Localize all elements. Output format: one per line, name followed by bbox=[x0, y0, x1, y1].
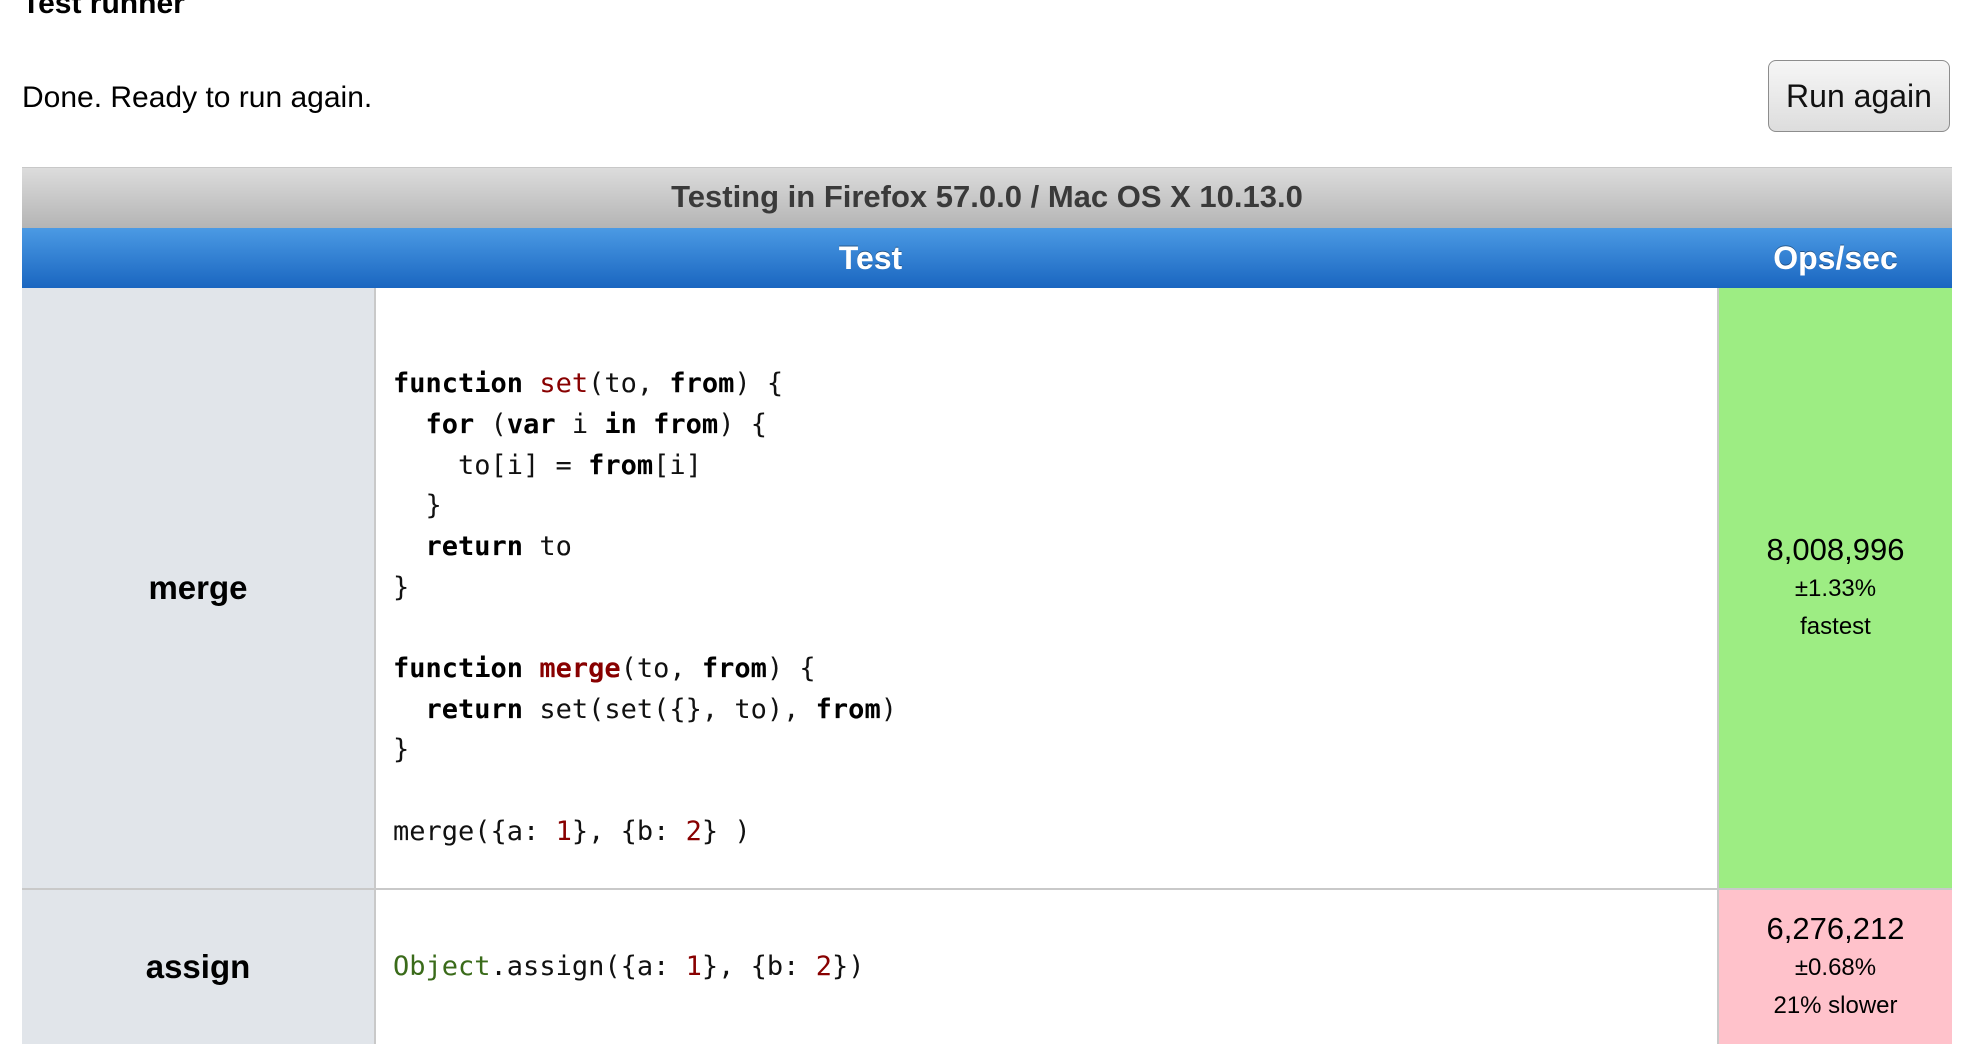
ops-result-slower: 6,276,212 ±0.68% 21% slower bbox=[1719, 890, 1952, 1044]
test-code-merge: function set(to, from) { for (var i in f… bbox=[393, 368, 897, 847]
status-text: Done. Ready to run again. bbox=[22, 81, 373, 114]
column-header-ops: Ops/sec bbox=[1773, 240, 1898, 276]
ops-comparison: fastest bbox=[1800, 613, 1871, 640]
ops-per-sec: 6,276,212 bbox=[1766, 911, 1905, 946]
test-code-cell: Object.assign({a: 1}, {b: 2}) bbox=[376, 890, 1719, 1044]
results-table: Testing in Firefox 57.0.0 / Mac OS X 10.… bbox=[22, 167, 1952, 1044]
column-header-test: Test bbox=[838, 240, 903, 276]
run-again-button[interactable]: Run again bbox=[1768, 60, 1950, 132]
table-header-row: Test Ops/sec bbox=[22, 228, 1952, 288]
table-caption: Testing in Firefox 57.0.0 / Mac OS X 10.… bbox=[22, 167, 1952, 228]
table-row: merge function set(to, from) { for (var … bbox=[22, 288, 1952, 890]
table-row: assign Object.assign({a: 1}, {b: 2}) 6,2… bbox=[22, 890, 1952, 1044]
test-name-assign: assign bbox=[22, 890, 376, 1044]
ops-per-sec: 8,008,996 bbox=[1766, 532, 1905, 567]
test-code-assign: Object.assign({a: 1}, {b: 2}) bbox=[393, 950, 865, 982]
test-name-merge: merge bbox=[22, 288, 376, 888]
page-title: Test runner bbox=[22, 0, 185, 20]
ops-comparison: 21% slower bbox=[1773, 992, 1898, 1019]
ops-margin-of-error: ±0.68% bbox=[1794, 954, 1877, 981]
test-runner-page: Test runner Done. Ready to run again. Ru… bbox=[0, 0, 1964, 1060]
ops-margin-of-error: ±1.33% bbox=[1794, 575, 1877, 602]
test-code-cell: function set(to, from) { for (var i in f… bbox=[376, 288, 1719, 888]
ops-result-fastest: 8,008,996 ±1.33% fastest bbox=[1719, 288, 1952, 888]
